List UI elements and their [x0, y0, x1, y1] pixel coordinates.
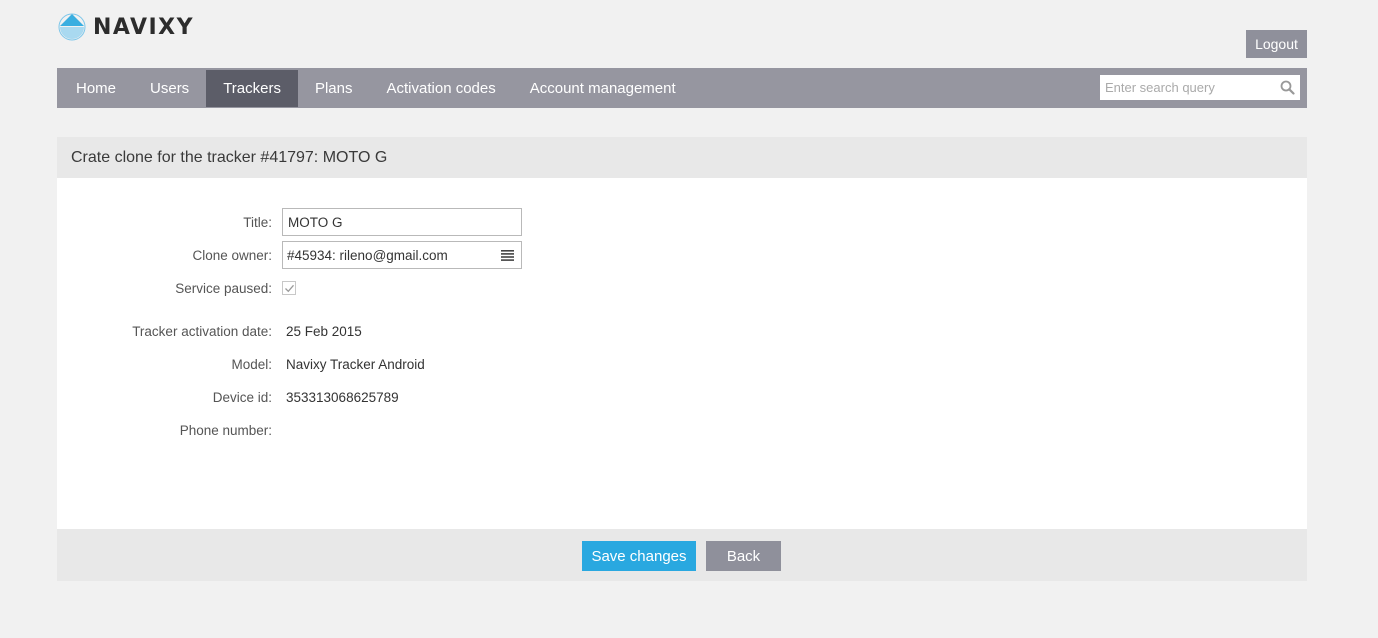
nav-item-activation-codes[interactable]: Activation codes: [370, 70, 513, 107]
row-phone-number: Phone number:: [57, 416, 286, 444]
navixy-logo-icon: [58, 13, 86, 41]
nav-item-users[interactable]: Users: [133, 70, 206, 107]
row-model: Model: Navixy Tracker Android: [57, 350, 425, 378]
phone-label: Phone number:: [179, 422, 272, 438]
navixy-logo[interactable]: NAVIXY: [57, 12, 194, 42]
logout-button[interactable]: Logout: [1246, 30, 1307, 58]
activation-label: Tracker activation date:: [132, 323, 272, 339]
model-label: Model:: [231, 356, 272, 372]
device-label: Device id:: [212, 389, 272, 405]
panel-title: Crate clone for the tracker #41797: MOTO…: [57, 137, 1307, 178]
nav-item-account-management[interactable]: Account management: [513, 70, 693, 107]
checkmark-icon: [285, 284, 294, 293]
search-input[interactable]: [1100, 75, 1280, 100]
nav-item-plans[interactable]: Plans: [298, 70, 370, 107]
page: NAVIXY Logout Home Users Trackers Plans …: [0, 0, 1378, 638]
search-icon[interactable]: [1280, 80, 1295, 95]
brand-name: NAVIXY: [93, 14, 195, 40]
list-menu-icon[interactable]: [501, 250, 514, 261]
save-changes-button[interactable]: Save changes: [582, 541, 696, 571]
clone-form: Title: Clone owner: #45934: rileno@gmail…: [57, 178, 1307, 529]
title-input[interactable]: [282, 208, 522, 236]
row-activation-date: Tracker activation date: 25 Feb 2015: [57, 317, 362, 345]
paused-label: Service paused:: [175, 280, 272, 296]
row-title: Title:: [57, 208, 522, 236]
form-footer: Save changes Back: [57, 529, 1307, 581]
owner-select-value: #45934: rileno@gmail.com: [287, 247, 448, 263]
activation-value: 25 Feb 2015: [286, 323, 362, 339]
nav-item-home[interactable]: Home: [59, 70, 133, 107]
row-service-paused: Service paused:: [57, 274, 296, 302]
row-device-id: Device id: 353313068625789: [57, 383, 399, 411]
back-button[interactable]: Back: [706, 541, 781, 571]
main-nav: Home Users Trackers Plans Activation cod…: [57, 68, 1307, 108]
device-value: 353313068625789: [286, 389, 399, 405]
title-label: Title:: [243, 214, 272, 230]
service-paused-checkbox[interactable]: [282, 281, 296, 295]
owner-select[interactable]: #45934: rileno@gmail.com: [282, 241, 522, 269]
row-owner: Clone owner: #45934: rileno@gmail.com: [57, 241, 522, 269]
search-box: [1100, 75, 1300, 100]
model-value: Navixy Tracker Android: [286, 356, 425, 372]
owner-label: Clone owner:: [192, 247, 272, 263]
nav-item-trackers[interactable]: Trackers: [206, 70, 298, 107]
